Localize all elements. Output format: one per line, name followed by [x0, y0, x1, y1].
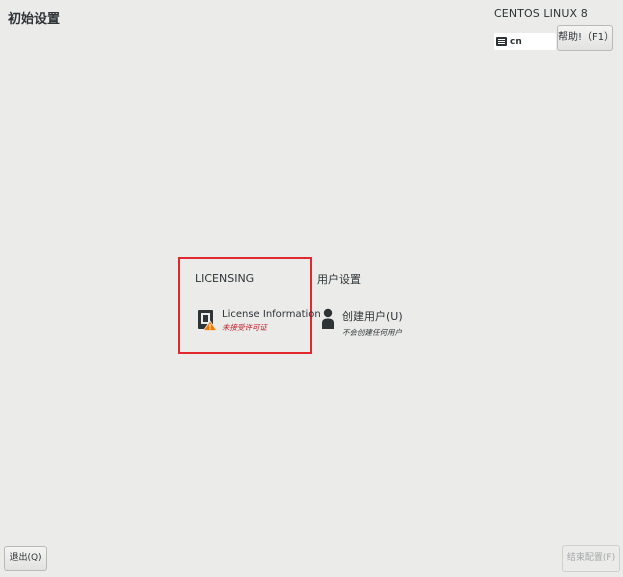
create-user-spoke[interactable]: 创建用户(U) 不会创建任何用户 [321, 308, 403, 338]
license-warning-icon [197, 309, 218, 331]
page-title: 初始设置 [8, 12, 61, 27]
keyboard-layout-label: cn [510, 36, 522, 47]
licensing-highlight-box [178, 257, 312, 354]
create-user-title: 创建用户(U) [342, 310, 403, 323]
user-settings-section-header: 用户设置 [317, 273, 361, 286]
create-user-status: 不会创建任何用户 [342, 328, 402, 337]
help-button[interactable]: 帮助!（F1） [557, 25, 614, 51]
keyboard-layout-indicator[interactable]: cn [494, 33, 556, 50]
finish-configuration-button[interactable]: 结束配置(F) [562, 545, 620, 572]
quit-button[interactable]: 退出(Q) [4, 546, 47, 571]
license-information-status: 未接受许可证 [222, 323, 267, 332]
user-icon [321, 308, 337, 330]
license-information-spoke[interactable]: License Information 未接受许可证 [197, 309, 321, 333]
product-name: CENTOS LINUX 8 [494, 7, 588, 20]
license-information-title: License Information [222, 309, 321, 320]
keyboard-icon [496, 37, 507, 46]
